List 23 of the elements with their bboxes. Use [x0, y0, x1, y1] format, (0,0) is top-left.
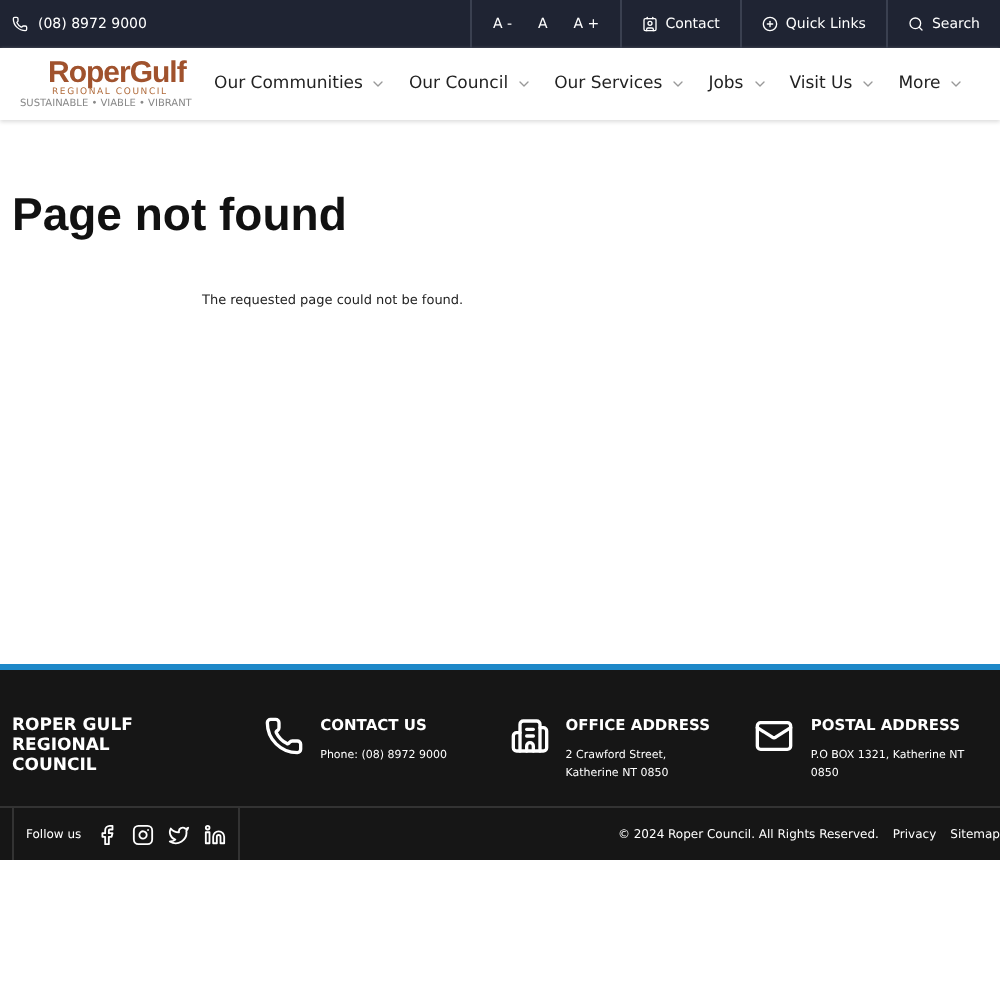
office-icon — [509, 716, 550, 756]
linkedin-icon[interactable] — [203, 823, 226, 845]
phone-icon — [12, 16, 28, 32]
twitter-icon[interactable] — [167, 823, 190, 845]
nav-item[interactable]: More — [898, 74, 965, 94]
chevron-down-icon — [370, 76, 387, 92]
chevron-down-icon — [516, 76, 533, 92]
nav-item[interactable]: Our Communities — [214, 74, 387, 94]
instagram-icon[interactable] — [131, 823, 154, 845]
chevron-down-icon — [860, 76, 877, 92]
chevron-down-icon — [948, 76, 965, 92]
nav-item[interactable]: Our Council — [408, 74, 533, 94]
plus-circle-icon — [761, 16, 778, 32]
page-title: Page not found — [12, 188, 349, 242]
chevron-down-icon — [670, 76, 687, 92]
nav-item[interactable]: Our Services — [554, 74, 687, 94]
nav-item[interactable]: Jobs — [708, 74, 768, 94]
contact-card-icon — [641, 16, 658, 32]
organisation-name: ROPER GULF REGIONAL COUNCIL — [12, 716, 135, 780]
search-icon — [907, 16, 924, 32]
phone-icon — [264, 716, 305, 756]
nav-item[interactable]: Visit Us — [789, 74, 877, 94]
chevron-down-icon — [751, 76, 768, 92]
